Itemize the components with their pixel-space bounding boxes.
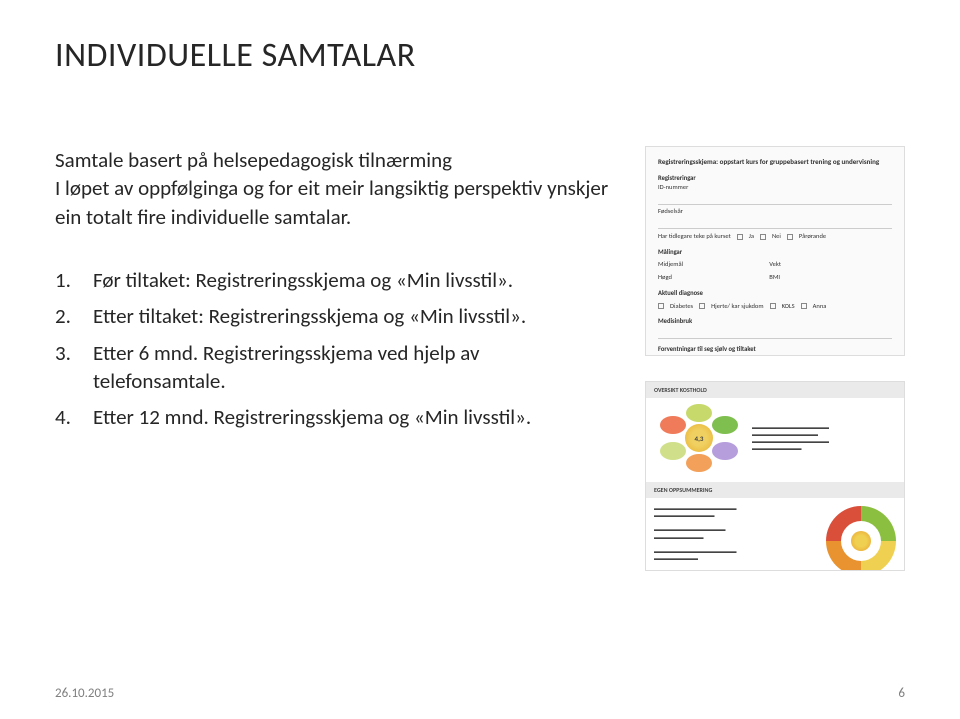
- donut-inner-icon: [841, 521, 881, 561]
- numbered-list: Før tiltaket: Registreringsskjema og «Mi…: [55, 266, 615, 432]
- list-item: Før tiltaket: Registreringsskjema og «Mi…: [85, 266, 615, 294]
- form-section-label: Medisinbruk: [658, 317, 892, 327]
- form-field-label: Høgd: [658, 273, 763, 283]
- form-field-label: BMI: [769, 273, 874, 283]
- form-field-label: Fødselsår: [658, 207, 892, 217]
- form-heading: Registreringsskjema: oppstart kurs for g…: [658, 157, 892, 168]
- form-field-label: Midjemål: [658, 260, 763, 270]
- form-field-label: Vekt: [769, 260, 874, 270]
- slide: INDIVIDUELLE SAMTALAR Samtale basert på …: [0, 0, 960, 719]
- results-text: ▬▬▬▬▬▬▬▬▬▬▬▬▬▬▬▬▬▬▬▬▬▬▬▬▬▬▬▬▬▬▬▬▬▬▬▬▬▬▬▬…: [752, 425, 896, 454]
- checkbox-icon: [760, 234, 766, 240]
- option-label: Pårørande: [799, 232, 826, 242]
- text-column: Samtale basert på helsepedagogisk tilnær…: [55, 146, 615, 571]
- option-label: Nei: [772, 232, 781, 242]
- option-label: Diabetes: [670, 302, 693, 312]
- checkbox-icon: [699, 303, 705, 309]
- option-label: Ja: [749, 232, 754, 242]
- list-item: Etter tiltaket: Registreringsskjema og «…: [85, 302, 615, 330]
- form-row: Høgd BMI: [658, 273, 892, 283]
- slide-title: INDIVIDUELLE SAMTALAR: [55, 35, 905, 76]
- form-line: [658, 195, 892, 205]
- results-thumbnail: OVERSIKT KOSTHOLD 4,3 ▬▬▬▬▬▬▬▬▬▬▬▬▬▬▬▬▬▬…: [645, 381, 905, 571]
- form-section-label: Forventningar til seg sjølv og tiltaket: [658, 345, 892, 355]
- checkbox-icon: [658, 303, 664, 309]
- flower-chart-icon: 4,3: [654, 404, 744, 474]
- footer: 26.10.2015 6: [55, 686, 905, 701]
- checkbox-icon: [770, 303, 776, 309]
- results-body: 4,3 ▬▬▬▬▬▬▬▬▬▬▬▬▬▬▬▬▬▬▬▬▬▬▬▬▬▬▬▬▬▬▬▬▬▬▬▬…: [646, 398, 904, 480]
- option-label: KOLS: [782, 302, 795, 312]
- registration-form-thumbnail: Registreringsskjema: oppstart kurs for g…: [645, 146, 905, 356]
- form-section-label: Registreringar: [658, 174, 892, 184]
- form-field-label: Har tidlegare teke på kurset: [658, 232, 731, 242]
- image-column: Registreringsskjema: oppstart kurs for g…: [645, 146, 905, 571]
- option-label: Hjerte/ kar sjukdom: [711, 302, 763, 312]
- form-row: Har tidlegare teke på kurset Ja Nei Pårø…: [658, 232, 892, 242]
- list-item: Etter 12 mnd. Registreringsskjema og «Mi…: [85, 403, 615, 431]
- form-section-label: Aktuell diagnose: [658, 289, 892, 299]
- option-label: Anna: [813, 302, 827, 312]
- checkbox-icon: [787, 234, 793, 240]
- content-row: Samtale basert på helsepedagogisk tilnær…: [55, 146, 905, 571]
- score-badge: 4,3: [685, 424, 713, 452]
- form-line: [658, 219, 892, 229]
- checkbox-icon: [737, 234, 743, 240]
- petal-icon: [686, 454, 712, 472]
- results-heading: OVERSIKT KOSTHOLD: [646, 382, 904, 398]
- intro-paragraph: Samtale basert på helsepedagogisk tilnær…: [55, 146, 615, 231]
- footer-page-number: 6: [898, 686, 905, 701]
- form-section-label: Målingar: [658, 248, 892, 258]
- checkbox-icon: [801, 303, 807, 309]
- petal-icon: [712, 416, 738, 434]
- list-item: Etter 6 mnd. Registreringsskjema ved hje…: [85, 339, 615, 396]
- footer-date: 26.10.2015: [55, 686, 114, 701]
- form-line: [658, 329, 892, 339]
- petal-icon: [660, 416, 686, 434]
- results-body: ▬▬▬▬▬▬▬▬▬▬▬▬▬▬▬▬▬▬▬▬▬▬▬▬▬▬▬▬▬▬▬▬▬▬▬▬▬▬▬▬…: [646, 498, 904, 571]
- form-field-label: ID-nummer: [658, 183, 892, 193]
- petal-icon: [660, 442, 686, 460]
- form-row: Midjemål Vekt: [658, 260, 892, 270]
- results-text: ▬▬▬▬▬▬▬▬▬▬▬▬▬▬▬▬▬▬▬▬▬▬▬▬▬▬▬▬▬▬▬▬▬▬▬▬▬▬▬▬…: [654, 506, 816, 571]
- results-subheading: EGEN OPPSUMMERING: [646, 482, 904, 498]
- petal-icon: [712, 442, 738, 460]
- donut-chart-icon: [826, 506, 896, 571]
- petal-icon: [686, 404, 712, 422]
- form-row: Diabetes Hjerte/ kar sjukdom KOLS Anna: [658, 302, 892, 312]
